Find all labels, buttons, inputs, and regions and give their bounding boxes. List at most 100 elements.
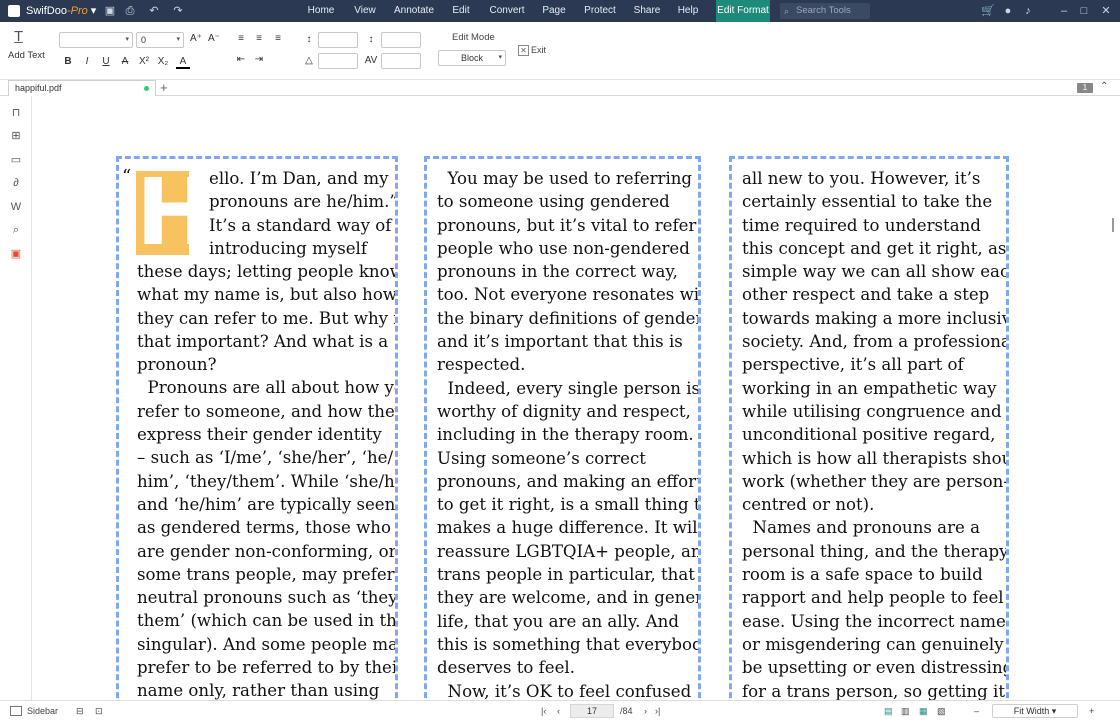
scroll-thumb[interactable]	[1112, 218, 1114, 232]
page-number-input[interactable]: 17	[570, 704, 614, 718]
text-line: simple way we can all show each	[742, 262, 1009, 282]
continuous-view-icon[interactable]: ▦	[919, 705, 928, 717]
line-spacing-icon: ↕	[368, 34, 374, 45]
undo-icon[interactable]: ↶	[146, 3, 162, 19]
redo-icon[interactable]: ↷	[170, 3, 186, 19]
menu-page[interactable]: Page	[541, 0, 567, 22]
text-line: the binary definitions of gender,	[437, 308, 701, 328]
menu-share[interactable]: Share	[632, 0, 662, 22]
subscript-button[interactable]: X₂	[156, 55, 170, 69]
align-left-icon[interactable]: ≡	[234, 32, 248, 46]
text-block-3[interactable]: all new to you. However, it’s certainly e…	[729, 156, 1009, 700]
search-icon[interactable]: ⌕	[9, 223, 23, 237]
paragraph-spacing-input[interactable]	[318, 32, 358, 48]
exit-button[interactable]: Exit	[531, 45, 546, 55]
text-line: introducing myself	[209, 238, 367, 258]
font-family-select[interactable]: ▾	[59, 32, 133, 48]
menu-edit[interactable]: Edit	[449, 0, 473, 22]
collapse-toolbar-icon[interactable]: ⌃	[1100, 81, 1108, 92]
app-name: SwifDoo-Pro ▾	[26, 5, 97, 17]
increase-font-icon[interactable]: A⁺	[189, 32, 203, 46]
italic-button[interactable]: I	[80, 55, 94, 69]
zoom-out-icon[interactable]: –	[974, 705, 979, 717]
single-page-view-icon[interactable]: ▤	[884, 705, 893, 717]
menu-convert[interactable]: Convert	[487, 0, 527, 22]
text-line: as gendered terms, those who	[137, 518, 391, 538]
char-scale-icon: △	[305, 55, 313, 66]
print-icon[interactable]: ⎙	[122, 3, 138, 19]
char-scale-input[interactable]	[318, 53, 358, 69]
cart-icon[interactable]: 🛒	[980, 3, 996, 19]
bookmark-icon[interactable]: ⊓	[9, 106, 23, 120]
next-page-icon[interactable]: ›	[644, 705, 647, 717]
text-line: singular). And some people may	[137, 634, 398, 654]
superscript-button[interactable]: X²	[137, 55, 151, 69]
gift-icon[interactable]: ▣	[9, 247, 23, 261]
char-spacing-input[interactable]	[381, 53, 421, 69]
menu-annotate[interactable]: Annotate	[392, 0, 436, 22]
reading-view-icon[interactable]: ▧	[937, 705, 946, 717]
last-page-icon[interactable]: ›|	[655, 705, 660, 717]
add-tab-button[interactable]: +	[160, 80, 168, 95]
text-block-2[interactable]: You may be used to referring to someone u…	[424, 156, 701, 700]
underline-button[interactable]: U	[99, 55, 113, 69]
sidebar-toggle-icon[interactable]	[10, 706, 22, 716]
edit-format-toolbar: T̲ Add Text ▾ 0 ▾ A⁺ A⁻ B I U A X² X₂ A ≡…	[0, 22, 1120, 80]
font-size-select[interactable]: 0 ▾	[136, 32, 184, 48]
indent-increase-icon[interactable]: ⇥	[252, 53, 266, 67]
comment-icon[interactable]: ▭	[9, 153, 23, 167]
zoom-in-icon[interactable]: +	[1089, 705, 1094, 717]
account-icon[interactable]: ●	[1000, 3, 1016, 19]
text-line: You may be used to referring	[437, 169, 693, 188]
notification-icon[interactable]: ♪	[1020, 3, 1036, 19]
add-text-icon[interactable]: T̲	[14, 28, 23, 45]
column-1-body: these days; letting people know what my n…	[137, 260, 398, 700]
first-page-icon[interactable]: |‹	[541, 705, 546, 717]
fit-page-icon[interactable]: ⊟	[76, 705, 84, 717]
exit-icon[interactable]: ✕	[518, 45, 529, 56]
text-line: pronouns in the correct way,	[437, 262, 678, 282]
text-line: perspective, it’s all part of	[742, 355, 964, 375]
text-line: for a trans person, so getting it	[742, 681, 1006, 700]
save-icon[interactable]: ▣	[102, 3, 118, 19]
font-color-button[interactable]: A	[176, 55, 190, 69]
minimize-icon[interactable]: –	[1056, 3, 1072, 19]
search-tools-input[interactable]: ⌕ Search Tools	[780, 3, 870, 19]
menu-view[interactable]: View	[350, 0, 380, 22]
word-icon[interactable]: W	[9, 200, 23, 214]
thumbnails-icon[interactable]: ⊞	[9, 129, 23, 143]
maximize-icon[interactable]: □	[1076, 3, 1092, 19]
indent-decrease-icon[interactable]: ⇤	[234, 53, 248, 67]
sidebar-label[interactable]: Sidebar	[27, 705, 58, 717]
text-line: trans people in particular, that	[437, 565, 695, 585]
pdf-page: “ H ello. I’m Dan, and my pronouns are he…	[33, 96, 1107, 700]
text-block-1[interactable]: “ H ello. I’m Dan, and my pronouns are he…	[116, 156, 398, 700]
menu-protect[interactable]: Protect	[582, 0, 618, 22]
menu-edit-format[interactable]: Edit Format	[716, 0, 770, 22]
bold-button[interactable]: B	[61, 55, 75, 69]
text-line: Pronouns are all about how you	[137, 378, 398, 398]
align-center-icon[interactable]: ≡	[252, 32, 266, 46]
tab-happiful-pdf[interactable]: happiful.pdf	[8, 80, 156, 96]
drop-cap: H	[136, 159, 213, 266]
line-spacing-input[interactable]	[381, 32, 421, 48]
document-viewport[interactable]: “ H ello. I’m Dan, and my pronouns are he…	[33, 96, 1107, 700]
decrease-font-icon[interactable]: A⁻	[207, 32, 221, 46]
vertical-scrollbar[interactable]	[1107, 96, 1120, 700]
attachment-icon[interactable]: ∂	[9, 176, 23, 190]
two-page-view-icon[interactable]: ▥	[901, 705, 910, 717]
close-icon[interactable]: ✕	[1098, 3, 1114, 19]
menu-help[interactable]: Help	[676, 0, 700, 22]
zoom-select[interactable]: Fit Width ▾	[992, 704, 1078, 718]
align-right-icon[interactable]: ≡	[271, 32, 285, 46]
exit-fullscreen-icon[interactable]: ⊡	[95, 705, 103, 717]
text-line: personal thing, and the therapy	[742, 541, 1009, 561]
text-line: makes a huge difference. It will	[437, 518, 701, 538]
edit-mode-select[interactable]: Block ▾	[438, 50, 506, 66]
title-bar: SwifDoo-Pro ▾ ▣ ⎙ ↶ ↷ Home View Annotate…	[0, 0, 1120, 22]
add-text-label[interactable]: Add Text	[8, 50, 45, 61]
text-line: life, that you are an ally. And	[437, 611, 679, 631]
strikethrough-button[interactable]: A	[118, 55, 132, 69]
menu-home[interactable]: Home	[303, 0, 339, 22]
prev-page-icon[interactable]: ‹	[557, 705, 560, 717]
